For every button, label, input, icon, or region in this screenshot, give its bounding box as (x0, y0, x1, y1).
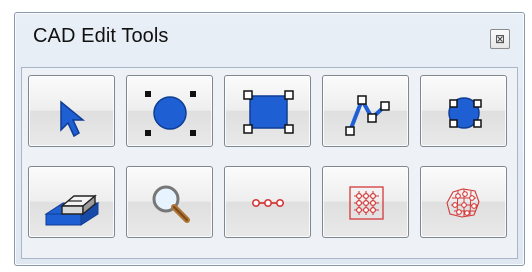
tool-grid (21, 67, 518, 259)
close-button[interactable]: ⊠ (490, 29, 510, 49)
close-icon: ⊠ (494, 32, 506, 46)
pointer-arrow-icon (60, 100, 86, 138)
tool-button-polyline[interactable] (322, 75, 409, 147)
magnifier-icon (152, 185, 190, 223)
select-rectangle-icon (243, 90, 294, 134)
tool-button-select-rectangle[interactable] (224, 75, 311, 147)
tool-button-eraser[interactable] (28, 166, 115, 238)
cad-edit-tools-window: CAD Edit Tools ⊠ (14, 12, 525, 266)
select-circle-icon (145, 91, 196, 136)
group-grid-icon (349, 186, 384, 220)
eraser-icon (44, 194, 100, 226)
scattered-grid-icon (446, 188, 480, 218)
tool-button-link-nodes[interactable] (224, 166, 311, 238)
tool-button-select-circle[interactable] (126, 75, 213, 147)
window-title: CAD Edit Tools (33, 25, 169, 47)
tool-button-group-grid[interactable] (322, 166, 409, 238)
tool-button-magnifier[interactable] (126, 166, 213, 238)
tool-button-scattered-grid[interactable] (420, 166, 507, 238)
polyline-icon (345, 95, 390, 136)
link-nodes-icon (251, 198, 284, 207)
title-bar[interactable]: CAD Edit Tools ⊠ (15, 13, 524, 63)
tool-button-edit-circle[interactable] (420, 75, 507, 147)
tool-button-pointer[interactable] (28, 75, 115, 147)
edit-circle-icon (448, 97, 482, 129)
